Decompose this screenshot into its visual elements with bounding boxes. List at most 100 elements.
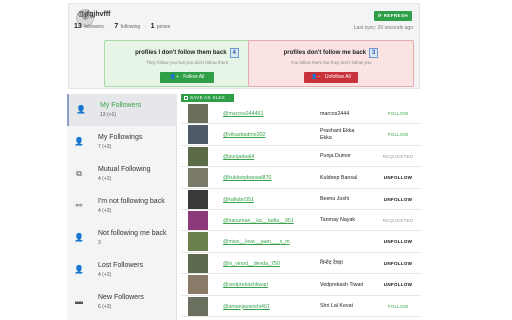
profile-handle-link[interactable]: @hanuman__ka__ladla__951	[223, 218, 294, 224]
sidebar-item-my-followers[interactable]: 👤 My Followers 13 (+1)	[67, 94, 177, 126]
sidebar-item-new-followers[interactable]: ▬ New Followers 6 (+3)	[67, 286, 177, 318]
panel-title: profiles I don't follow them back 4	[105, 48, 269, 58]
sidebar-item-count: 4 (+2)	[98, 176, 112, 182]
new-followers-icon: ▬	[75, 297, 83, 306]
refresh-label: REFRESH	[383, 13, 408, 18]
profile-full-name: Punja Dumor	[320, 153, 351, 160]
panel-title: profiles don't follow me back 3	[249, 48, 413, 58]
sidebar-item-label: Mutual Following	[98, 166, 151, 173]
sidebar-item-label: Not following me back	[98, 230, 167, 237]
profile-thumbnail[interactable]	[188, 125, 208, 145]
save-xlsx-label: SAVE AS XLSX	[190, 95, 226, 100]
unfollow-button[interactable]: UNFOLLOW	[381, 239, 415, 244]
unfollow-all-label: Unfollow All	[324, 74, 351, 80]
table-row: @vedprekashtiwari Vedprekash Tiwari UNFOLL…	[181, 274, 421, 296]
profile-username: @jfgjhvfff	[78, 11, 111, 18]
sidebar-item-not-following-me-back[interactable]: 👤 Not following me back 3	[67, 222, 177, 254]
profile-full-name: Shri Lal Kevat	[320, 303, 353, 310]
last-sync-text: Last sync: 20 seconds ago	[353, 25, 413, 31]
profile-handle-link[interactable]: @miss__love__jaan___s_m	[223, 239, 290, 245]
table-row: @kallubri351 Beenu Joshi UNFOLLOW	[181, 189, 421, 210]
panel-subtitle: You follow them but they don't follow yo…	[290, 60, 372, 65]
unfollow-all-button[interactable]: 👤− Unfollow All	[304, 72, 358, 83]
panel-title-text: profiles I don't follow them back	[135, 50, 227, 56]
sidebar-item-label: I'm not following back	[98, 198, 165, 205]
profile-full-name: marcos2444	[320, 110, 350, 117]
save-xlsx-button[interactable]: SAVE AS XLSX	[181, 94, 234, 102]
sidebar: 👤 My Followers 13 (+1) 👤 My Followings 7…	[67, 94, 177, 320]
profile-thumbnail[interactable]	[188, 232, 208, 252]
profile-thumbnail[interactable]	[188, 189, 208, 209]
posts-count: 1	[150, 23, 155, 30]
profile-full-name: Prashant Ekka Ekka	[320, 128, 355, 142]
table-row: @amanjavanshi461 Shri Lal Kevat FOLLOW	[181, 296, 421, 317]
sidebar-item-label: New Followers	[98, 294, 144, 301]
lost-followers-icon: 👤	[74, 265, 84, 274]
profile-thumbnail[interactable]	[188, 210, 208, 230]
profile-thumbnail[interactable]	[188, 146, 208, 166]
profile-thumbnail[interactable]	[188, 168, 208, 188]
unfollow-button[interactable]: UNFOLLOW	[381, 197, 415, 202]
profile-thumbnail[interactable]	[188, 275, 208, 295]
followers-icon: 👤	[76, 105, 86, 114]
refresh-button[interactable]: ⟳ REFRESH	[373, 11, 412, 21]
sidebar-item-count: 7 (+3)	[98, 144, 112, 150]
table-row: @lx_vinod__devda_750 विनोद देवड़ा UNFOLLOW	[181, 253, 421, 275]
following-count: 7	[114, 23, 119, 30]
sidebar-item-lost-followers[interactable]: 👤 Lost Followers 4 (+2)	[67, 254, 177, 286]
sidebar-item-not-following-back[interactable]: ⚯ I'm not following back 4 (+3)	[67, 190, 177, 222]
table-row: @kuldeepbansal870 Kuldeep Bansal UNFOLLOW	[181, 167, 421, 189]
table-row: @vikasbadme302 Prashant Ekka Ekka FOLLOW	[181, 124, 421, 146]
unfollow-button[interactable]: UNFOLLOW	[381, 261, 415, 266]
profile-handle-link[interactable]: @amanjavanshi461	[223, 304, 270, 310]
profile-handle-link[interactable]: @lx_vinod__devda_750	[223, 261, 280, 267]
add-user-icon: 👤+	[169, 74, 179, 80]
refresh-icon: ⟳	[377, 13, 383, 18]
requested-button[interactable]: REQUESTED	[381, 218, 415, 223]
profile-handle-link[interactable]: @vedprekashtiwari	[223, 282, 268, 288]
unfollow-button[interactable]: UNFOLLOW	[381, 175, 415, 180]
sidebar-item-mutual-following[interactable]: ⧉ Mutual Following 4 (+2)	[67, 158, 177, 190]
profile-thumbnail[interactable]	[188, 296, 208, 316]
count-badge: 4	[229, 48, 239, 58]
stats-separator: ·	[108, 24, 110, 30]
profiles-table: @marcos244451 marcos2444 FOLLOW @vikasbadme…	[181, 103, 421, 317]
profile-stats: 13 followers · 7 following · 1 poses	[74, 23, 170, 30]
profile-handle-link[interactable]: @marcos244451	[223, 111, 263, 117]
not-following-me-icon: 👤	[74, 233, 84, 242]
panel-subtitle: They follow you but you don't follow the…	[145, 60, 229, 65]
profile-full-name: Beenu Joshi	[320, 196, 350, 203]
table-row: @marcos244451 marcos2444 FOLLOW	[181, 103, 421, 125]
follow-button[interactable]: FOLLOW	[381, 132, 415, 137]
sidebar-item-my-followings[interactable]: 👤 My Followings 7 (+3)	[67, 126, 177, 158]
profile-card: @jfgjhvfff 13 followers · 7 following · …	[68, 3, 420, 89]
profile-thumbnail[interactable]	[188, 253, 208, 273]
table-row: @miss__love__jaan___s_m UNFOLLOW	[181, 231, 421, 253]
unfollow-button[interactable]: UNFOLLOW	[381, 282, 415, 287]
profile-full-name: Tanmay Nayak	[320, 217, 356, 224]
profile-full-name: Kuldeep Bansal	[320, 174, 358, 181]
followers-count: 13	[74, 23, 82, 30]
panel-title-text: profiles don't follow me back	[283, 50, 367, 56]
sidebar-item-count: 4 (+2)	[98, 272, 112, 278]
followers-label: followers	[84, 24, 104, 30]
not-following-back-panel: profiles I don't follow them back 4 They …	[104, 40, 270, 87]
profile-handle-link[interactable]: @kallubri351	[223, 197, 254, 203]
follow-button[interactable]: FOLLOW	[381, 111, 415, 116]
not-following-back-icon: ⚯	[75, 201, 83, 210]
follow-button[interactable]: FOLLOW	[381, 304, 415, 309]
profile-thumbnail[interactable]	[188, 104, 208, 123]
profile-handle-link[interactable]: @punjadaal4	[223, 154, 254, 160]
posts-label: poses	[156, 24, 171, 30]
sidebar-item-count: 6 (+3)	[98, 304, 112, 310]
sidebar-item-count: 13 (+1)	[100, 112, 116, 118]
requested-button[interactable]: REQUESTED	[381, 154, 415, 159]
followings-icon: 👤	[74, 137, 84, 146]
count-badge: 3	[369, 48, 379, 58]
sidebar-item-label: My Followers	[100, 102, 142, 109]
follow-all-button[interactable]: 👤+ Follow All	[160, 72, 214, 83]
profile-handle-link[interactable]: @kuldeepbansal870	[223, 175, 271, 181]
profile-full-name: विनोद देवड़ा	[320, 260, 343, 267]
profile-handle-link[interactable]: @vikasbadme302	[223, 132, 265, 138]
stats-separator: ·	[144, 24, 147, 30]
